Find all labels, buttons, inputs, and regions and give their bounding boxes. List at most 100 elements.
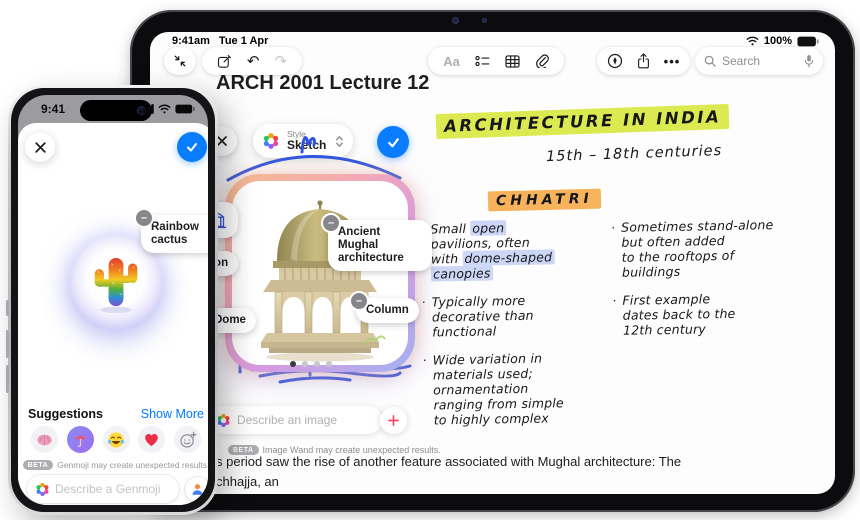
minus-icon: – [355,294,363,307]
markup-button[interactable] [607,53,623,69]
ipad-device: 9:41am Tue 1 Apr 100% ↶ ↷ Aa ••• Search … [130,10,855,512]
remove-tag-button[interactable]: – [321,213,341,233]
genmoji-sheet: – Rainbow cactus Suggestions Show More B… [18,123,208,505]
handwritten-bullet: · First example dates back to the 12th ce… [612,289,835,338]
image-playground-icon [216,413,231,428]
page-dot[interactable] [302,361,308,367]
cellular-icon [139,104,154,114]
edit-toolbar-group: ↶ ↷ [202,47,302,75]
more-button[interactable]: ••• [664,55,681,68]
heart-emoji-suggestion[interactable] [138,426,166,453]
tag-label: Ancient Mughal architecture [338,226,404,264]
wifi-icon [746,36,759,46]
show-more-link[interactable]: Show More [141,407,204,421]
mic-icon[interactable] [804,54,814,68]
ipad-status-bar-right: 100% [746,35,819,47]
note-title: ARCH 2001 Lecture 12 [216,72,430,94]
battery-percent: 100% [763,35,792,47]
page-dot[interactable] [314,361,320,367]
rainbow-cactus-tag[interactable]: – Rainbow cactus [134,208,208,253]
umbrella-emoji-suggestion[interactable] [66,426,94,453]
ipad-status-date: Tue 1 Apr [218,35,269,47]
bullet-dot: · [610,219,616,235]
collapse-toolbar-button[interactable] [164,47,196,75]
minus-icon: – [327,216,335,229]
handwritten-bullet: · Sometimes stand-alone but often added t… [611,216,835,280]
search-icon [704,55,716,67]
checkmark-icon [185,140,199,154]
remove-tag-button[interactable]: – [349,291,369,311]
generated-image [232,181,408,365]
battery-icon [175,104,195,114]
iphone-device: 9:41 – Rainbow cactus Suggestions Show M… [6,85,218,515]
laughing-emoji-suggestion[interactable] [102,426,130,453]
minus-icon: – [140,211,148,224]
describe-genmoji-input[interactable] [55,482,171,496]
heart-emoji-icon [145,434,159,447]
format-toolbar-group: Aa [428,47,564,75]
handwritten-subheading: 15th – 18th centuries [545,142,723,166]
beta-text: Image Wand may create unexpected results… [262,445,441,455]
table-button[interactable] [505,54,520,68]
brain-emoji-suggestion[interactable] [31,426,58,453]
add-emoji-suggestion[interactable] [174,426,201,453]
paperclip-button[interactable] [535,54,549,68]
wifi-icon [158,104,171,114]
genmoji-accept-button[interactable] [177,132,207,162]
search-field[interactable]: Search [695,47,823,75]
text-format-button[interactable]: Aa [443,54,460,69]
person-icon [192,484,203,495]
ipad-status-bar-left: 9:41am Tue 1 Apr [172,35,268,47]
compose-button[interactable] [217,54,232,69]
note-body-line: ning that extends away from buildings an… [216,492,716,494]
redo-button[interactable]: ↷ [275,53,288,69]
tag-label: Rainbow cactus [151,221,199,246]
collapse-icon [173,54,187,68]
ancient-mughal-architecture-tag[interactable]: – Ancient Mughal architecture [321,213,432,271]
iphone-screen: 9:41 – Rainbow cactus Suggestions Show M… [18,95,208,505]
genmoji-close-button[interactable] [25,132,55,162]
ipad-status-time: 9:41am [172,35,210,47]
suggestions-row [31,426,201,453]
add-image-button[interactable] [380,407,407,434]
bullet-text: Sometimes stand-alone but often added to… [621,217,774,280]
plus-icon [387,414,400,427]
search-placeholder: Search [722,54,761,68]
column-tag[interactable]: – Column [349,291,419,323]
image-wand-beta-note: BETA Image Wand may create unexpected re… [228,445,441,455]
suggestions-title: Suggestions [28,407,104,421]
iphone-volume-up-button [6,330,9,358]
describe-genmoji-field[interactable] [27,475,179,503]
remove-tag-button[interactable]: – [134,208,154,228]
tools-toolbar-group: ••• [597,47,690,75]
marketing-composite: 9:41am Tue 1 Apr 100% ↶ ↷ Aa ••• Search … [0,0,860,520]
brain-emoji-icon [37,434,52,445]
person-genmoji-button[interactable] [185,477,208,502]
describe-image-input[interactable] [237,413,374,427]
page-dot-active[interactable] [290,361,296,367]
umbrella-emoji-icon [73,435,87,448]
bullet-text: First example dates back to the 12th cen… [622,291,736,338]
note-body-line: s period saw the rise of another feature… [216,454,682,489]
ipad-camera [452,17,459,24]
undo-button[interactable]: ↶ [247,53,260,69]
add-emoji-icon [179,431,196,448]
close-icon [34,141,47,154]
bullet-dot: · [612,292,617,308]
genmoji-beta-note: BETA Genmoji may create unexpected resul… [18,460,208,470]
generated-image-frame[interactable] [225,174,415,372]
handwritten-right-column: · Sometimes stand-alone but often added t… [611,216,835,351]
ipad-screen: 9:41am Tue 1 Apr 100% ↶ ↷ Aa ••• Search … [150,32,835,494]
checklist-button[interactable] [475,55,490,67]
rainbow-cactus-genmoji [94,258,138,313]
battery-icon [797,36,819,47]
page-dot[interactable] [326,361,332,367]
beta-text: Genmoji may create unexpected results. [57,460,208,470]
beta-badge: BETA [228,445,259,455]
result-page-dots[interactable] [290,361,332,367]
iphone-status-time: 9:41 [41,102,66,116]
describe-image-field[interactable] [208,406,382,434]
iphone-action-button [6,300,9,316]
tag-label: Column [366,304,409,316]
share-icon[interactable] [637,53,650,69]
